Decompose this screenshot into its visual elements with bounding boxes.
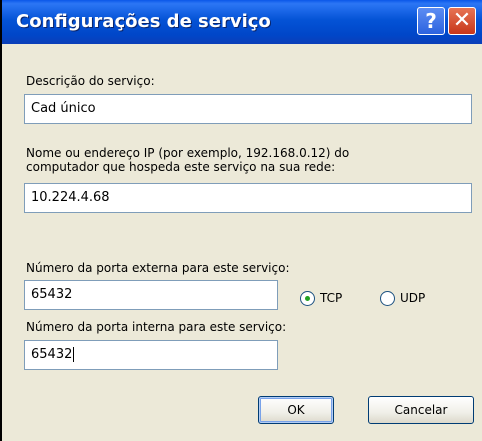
host-address-value: 10.224.4.68 [31,190,110,205]
udp-radio-label: UDP [400,291,426,305]
host-label-line1: Nome ou endereço IP (por exemplo, 192.16… [26,146,350,160]
help-button[interactable]: ? [417,7,445,35]
tcp-radio[interactable]: TCP [300,290,342,306]
window-title: Configurações de serviço [16,11,271,32]
ok-button[interactable]: OK [258,396,334,424]
host-label-line2: computador que hospeda este serviço na s… [26,160,336,174]
tcp-radio-indicator [300,290,315,306]
host-address-field[interactable]: 10.224.4.68 [24,183,472,213]
udp-radio[interactable]: UDP [380,290,425,306]
tcp-radio-label: TCP [320,291,343,305]
cancel-button[interactable]: Cancelar [368,396,474,424]
external-port-field[interactable]: 65432 [24,280,278,310]
udp-radio-indicator [380,290,395,306]
external-port-value: 65432 [31,287,73,302]
title-bar[interactable]: Configurações de serviço ? ✕ [2,0,482,44]
close-icon: ✕ [452,8,472,33]
service-settings-dialog: Configurações de serviço ? ✕ Descrição d… [0,0,482,441]
text-caret [73,347,75,362]
description-value: Cad único [31,101,96,116]
radio-selected-dot [305,295,310,301]
internal-port-label: Número da porta interna para este serviç… [26,320,287,334]
internal-port-value: 65432 [31,347,73,362]
description-field[interactable]: Cad único [24,94,472,124]
help-icon: ? [425,9,437,33]
close-button[interactable]: ✕ [448,7,476,35]
internal-port-field[interactable]: 65432 [24,340,278,370]
external-port-label: Número da porta externa para este serviç… [26,261,290,275]
description-label: Descrição do serviço: [26,74,155,88]
